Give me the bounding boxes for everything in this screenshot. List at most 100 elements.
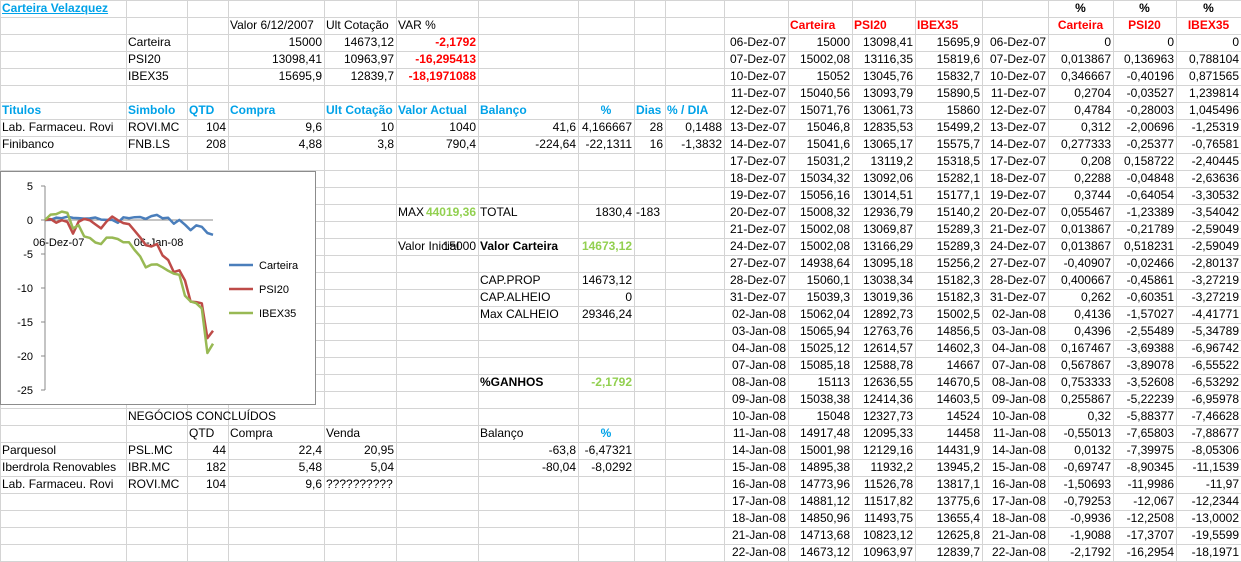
history-value[interactable]: 13019,36	[854, 289, 913, 306]
history-date[interactable]: 31-Dez-07	[984, 289, 1046, 306]
history-value[interactable]: 15256,2	[917, 255, 980, 272]
history-value[interactable]: 12835,53	[854, 119, 913, 136]
history-date[interactable]: 07-Dez-07	[984, 51, 1046, 68]
closed-cell[interactable]: IBR.MC	[128, 459, 185, 476]
history-value[interactable]: 0,2288	[1050, 170, 1111, 187]
history-value[interactable]: -0,55013	[1050, 425, 1111, 442]
history-value[interactable]: 14773,96	[790, 476, 850, 493]
history-value[interactable]: 15890,5	[917, 85, 980, 102]
history-value[interactable]: 0,2704	[1050, 85, 1111, 102]
history-value[interactable]: 11932,2	[854, 459, 914, 476]
history-value[interactable]: -11,1539	[1178, 459, 1239, 476]
history-value[interactable]: 10963,97	[854, 544, 913, 561]
summary-var[interactable]: -2,1792	[398, 34, 476, 51]
history-value[interactable]: 15031,2	[790, 153, 850, 170]
history-date[interactable]: 10-Dez-07	[726, 68, 786, 85]
history-value[interactable]: -5,88377	[1115, 408, 1174, 425]
summary-valor[interactable]: 15695,9	[230, 68, 322, 85]
history-value[interactable]: 0,312	[1050, 119, 1111, 136]
holdings-header[interactable]: QTD	[189, 102, 226, 119]
closed-header[interactable]: Balanço	[480, 425, 576, 442]
history-value[interactable]: 13817,1	[917, 476, 980, 493]
history-header[interactable]: IBEX35	[917, 17, 980, 34]
closed-cell[interactable]: 104	[189, 476, 226, 493]
history-value[interactable]: 15000	[790, 34, 850, 51]
history-value[interactable]: 12414,36	[854, 391, 913, 408]
holdings-cell[interactable]: FNB.LS	[128, 136, 185, 153]
history-date[interactable]: 15-Jan-08	[726, 459, 786, 476]
holdings-cell[interactable]: 28	[636, 119, 663, 136]
history-date[interactable]: 07-Jan-08	[726, 357, 786, 374]
history-value[interactable]: -8,90345	[1115, 459, 1174, 476]
holdings-header[interactable]: Simbolo	[128, 102, 185, 119]
history-value[interactable]: 13095,18	[854, 255, 913, 272]
stats-value[interactable]: 0	[480, 289, 632, 306]
history-value[interactable]: 0,013867	[1050, 221, 1111, 238]
history-date[interactable]: 14-Jan-08	[726, 442, 786, 459]
summary-ult[interactable]: 12839,7	[326, 68, 394, 85]
history-value[interactable]: -3,27219	[1178, 272, 1239, 289]
history-date[interactable]: 14-Jan-08	[984, 442, 1046, 459]
history-value[interactable]: 11526,78	[854, 476, 913, 493]
history-date[interactable]: 02-Jan-08	[726, 306, 786, 323]
history-value[interactable]: 0,0132	[1050, 442, 1111, 459]
history-date[interactable]: 09-Jan-08	[726, 391, 786, 408]
summary-name[interactable]: IBEX35	[128, 68, 185, 85]
history-date[interactable]: 21-Dez-07	[984, 221, 1046, 238]
history-value[interactable]: 14713,68	[790, 527, 850, 544]
history-value[interactable]: 15065,94	[790, 323, 850, 340]
history-value[interactable]: 14667	[917, 357, 980, 374]
line-chart[interactable]: 5 0 -5 -10 -15 -20 -25 06-Dez-07 06-Jan-08 Cartei…	[0, 171, 316, 405]
closed-cell[interactable]: 44	[189, 442, 226, 459]
history-value[interactable]: 0,158722	[1115, 153, 1174, 170]
history-date[interactable]: 22-Jan-08	[984, 544, 1046, 561]
history-date[interactable]: 08-Jan-08	[984, 374, 1046, 391]
history-value[interactable]: 12636,55	[854, 374, 913, 391]
history-value[interactable]: 14895,38	[790, 459, 850, 476]
closed-cell[interactable]: Lab. Farmaceu. Rovi	[2, 476, 124, 493]
history-pct-header[interactable]: PSI20	[1115, 17, 1174, 34]
history-value[interactable]: 15025,12	[790, 340, 850, 357]
history-date[interactable]: 27-Dez-07	[984, 255, 1046, 272]
history-value[interactable]: 15282,1	[917, 170, 980, 187]
history-value[interactable]: -1,57027	[1115, 306, 1174, 323]
history-value[interactable]: 15060,1	[790, 272, 850, 289]
history-value[interactable]: -2,55489	[1115, 323, 1174, 340]
history-value[interactable]: 15819,6	[917, 51, 980, 68]
history-value[interactable]: 14603,5	[917, 391, 980, 408]
history-value[interactable]: 12936,79	[854, 204, 913, 221]
history-date[interactable]: 18-Dez-07	[726, 170, 786, 187]
history-value[interactable]: 15046,8	[790, 119, 850, 136]
history-value[interactable]: 0,167467	[1050, 340, 1111, 357]
holdings-cell[interactable]: 4,166667	[580, 119, 632, 136]
history-value[interactable]: 14856,5	[917, 323, 980, 340]
history-value[interactable]: -0,03527	[1115, 85, 1174, 102]
history-value[interactable]: 0	[1178, 34, 1239, 51]
history-value[interactable]: -2,80137	[1178, 255, 1239, 272]
summary-valor[interactable]: 13098,41	[230, 51, 322, 68]
closed-cell[interactable]: ROVI.MC	[128, 476, 185, 493]
history-value[interactable]: -3,54042	[1178, 204, 1239, 221]
history-value[interactable]: 0,255867	[1050, 391, 1111, 408]
closed-cell[interactable]: -80,04	[480, 459, 576, 476]
closed-cell[interactable]: -8,0292	[580, 459, 632, 476]
history-value[interactable]: -11,97	[1178, 476, 1239, 493]
history-value[interactable]: 13093,79	[854, 85, 913, 102]
history-value[interactable]: -3,89078	[1115, 357, 1174, 374]
history-value[interactable]: 15002,08	[790, 238, 850, 255]
history-value[interactable]: 13116,35	[854, 51, 913, 68]
closed-cell[interactable]: -6,47321	[580, 442, 632, 459]
pct-mark[interactable]: %	[1178, 0, 1239, 17]
history-date[interactable]: 18-Dez-07	[984, 170, 1046, 187]
history-value[interactable]: 11517,82	[854, 493, 913, 510]
history-value[interactable]: 13014,51	[854, 187, 913, 204]
history-value[interactable]: 14881,12	[790, 493, 850, 510]
summary-ult[interactable]: 10963,97	[326, 51, 394, 68]
history-date[interactable]: 11-Jan-08	[984, 425, 1046, 442]
history-date[interactable]: 21-Jan-08	[726, 527, 786, 544]
sheet-title-link[interactable]: Carteira Velazquez	[2, 0, 124, 17]
history-date[interactable]: 03-Jan-08	[984, 323, 1046, 340]
holdings-cell[interactable]: 10	[326, 119, 394, 136]
history-value[interactable]: -6,53292	[1178, 374, 1239, 391]
history-value[interactable]: 0,055467	[1050, 204, 1111, 221]
